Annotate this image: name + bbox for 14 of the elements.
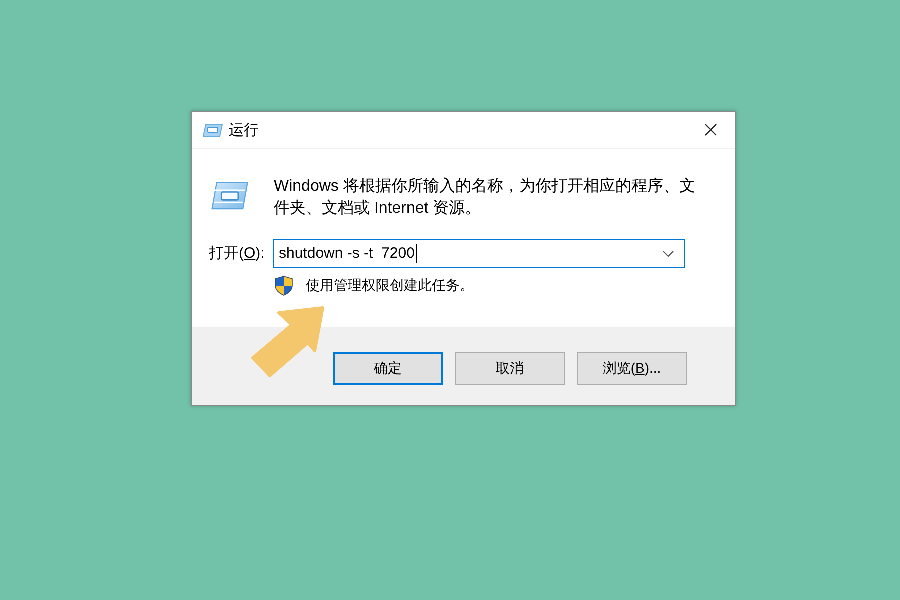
admin-note: 使用管理权限创建此任务。 — [306, 277, 474, 295]
shield-icon — [275, 276, 293, 296]
cancel-button[interactable]: 取消 — [455, 352, 565, 385]
description-text: Windows 将根据你所输入的名称，为你打开相应的程序、文件夹、文档或 Internet 资源。 — [274, 176, 696, 219]
chevron-down-icon[interactable] — [663, 250, 674, 256]
ok-button[interactable]: 确定 — [333, 352, 443, 385]
text-cursor-icon — [416, 244, 417, 263]
window-title: 运行 — [229, 120, 259, 140]
close-icon — [705, 124, 717, 136]
open-label: 打开(O): — [209, 244, 266, 263]
browse-button[interactable]: 浏览(B)... — [577, 352, 687, 385]
run-program-icon — [211, 182, 249, 210]
command-combo-box[interactable]: shutdown -s -t 7200 — [273, 239, 685, 268]
run-window-icon — [203, 124, 223, 136]
